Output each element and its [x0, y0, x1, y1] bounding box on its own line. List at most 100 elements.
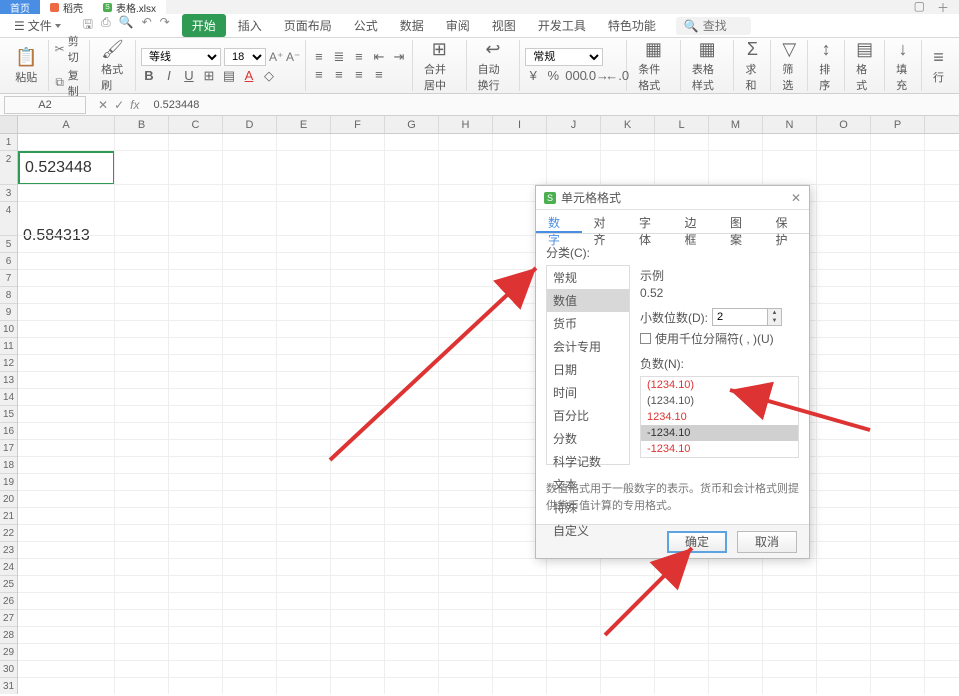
row-header-21[interactable]: 21: [0, 508, 17, 525]
qa-print-icon[interactable]: ⎙: [101, 15, 111, 36]
underline-icon[interactable]: U: [181, 68, 197, 84]
neg-item-2[interactable]: 1234.10: [641, 409, 798, 425]
cat-percent[interactable]: 百分比: [547, 404, 629, 427]
tab-file[interactable]: S表格.xlsx: [93, 0, 166, 14]
row-header-20[interactable]: 20: [0, 491, 17, 508]
row-header-14[interactable]: 14: [0, 389, 17, 406]
row-header-22[interactable]: 22: [0, 525, 17, 542]
row-header-2[interactable]: 2: [0, 151, 17, 185]
row-header-19[interactable]: 19: [0, 474, 17, 491]
cat-fraction[interactable]: 分数: [547, 427, 629, 450]
cat-general[interactable]: 常规: [547, 266, 629, 289]
font-color-icon[interactable]: A: [241, 68, 257, 84]
align-bot-icon[interactable]: ≡: [351, 49, 367, 65]
sum-button[interactable]: Σ求和: [739, 39, 765, 93]
row-header-17[interactable]: 17: [0, 440, 17, 457]
dtab-align[interactable]: 对齐: [582, 210, 628, 233]
dtab-font[interactable]: 字体: [627, 210, 673, 233]
currency-icon[interactable]: ¥: [525, 68, 541, 83]
close-icon[interactable]: ✕: [791, 191, 801, 205]
row-header-7[interactable]: 7: [0, 270, 17, 287]
qa-preview-icon[interactable]: 🔍: [119, 15, 134, 36]
row-header-31[interactable]: 31: [0, 678, 17, 694]
fx-cancel-icon[interactable]: ✕: [98, 98, 108, 112]
wrap-button[interactable]: ↩自动换行: [472, 39, 515, 93]
col-header-K[interactable]: K: [601, 116, 655, 133]
cancel-button[interactable]: 取消: [737, 531, 797, 553]
align-right-icon[interactable]: ≡: [351, 67, 367, 82]
menu-insert[interactable]: 插入: [228, 14, 272, 37]
menu-view[interactable]: 视图: [482, 14, 526, 37]
percent-icon[interactable]: %: [545, 68, 561, 83]
decimal-input[interactable]: [713, 309, 767, 325]
copy-button[interactable]: ⧉复制: [54, 67, 84, 99]
neg-item-3[interactable]: -1234.10: [641, 425, 798, 441]
align-top-icon[interactable]: ≡: [311, 49, 327, 65]
negative-list[interactable]: (1234.10) (1234.10) 1234.10 -1234.10 -12…: [640, 376, 799, 458]
format-painter-button[interactable]: 🖌格式刷: [95, 39, 130, 93]
thousand-checkbox[interactable]: [640, 333, 651, 344]
font-name-select[interactable]: 等线: [141, 48, 221, 66]
qa-undo-icon[interactable]: ↶: [142, 15, 152, 36]
tab-daoke[interactable]: 稻壳: [40, 0, 93, 14]
cut-button[interactable]: ✂剪切: [54, 33, 84, 65]
table-style-button[interactable]: ▦表格样式: [686, 39, 729, 93]
indent-inc-icon[interactable]: ⇥: [391, 49, 407, 65]
row-header-29[interactable]: 29: [0, 644, 17, 661]
row-header-30[interactable]: 30: [0, 661, 17, 678]
align-center-icon[interactable]: ≡: [331, 67, 347, 82]
row-header-18[interactable]: 18: [0, 457, 17, 474]
shrink-font-icon[interactable]: A⁻: [286, 50, 300, 64]
col-header-A[interactable]: A: [18, 116, 115, 133]
cell-A2[interactable]: 0.523448: [18, 151, 115, 185]
merge-button[interactable]: ⊞合并居中: [418, 39, 461, 93]
col-header-O[interactable]: O: [817, 116, 871, 133]
spin-up-icon[interactable]: ▲: [768, 309, 781, 317]
cond-fmt-button[interactable]: ▦条件格式: [632, 39, 675, 93]
row-header-8[interactable]: 8: [0, 287, 17, 304]
cell-A4[interactable]: 0.584313: [18, 219, 115, 253]
row-header-28[interactable]: 28: [0, 627, 17, 644]
justify-icon[interactable]: ≡: [371, 67, 387, 82]
tab-home[interactable]: 首页: [0, 0, 40, 14]
col-header-C[interactable]: C: [169, 116, 223, 133]
cells-area[interactable]: 0.523448 0.584313: [18, 134, 959, 694]
row-header-26[interactable]: 26: [0, 593, 17, 610]
cat-time[interactable]: 时间: [547, 381, 629, 404]
cat-number[interactable]: 数值: [547, 289, 629, 312]
font-size-select[interactable]: 18: [224, 48, 266, 66]
menu-data[interactable]: 数据: [390, 14, 434, 37]
row-header-4[interactable]: 4: [0, 202, 17, 236]
format-button[interactable]: ▤格式: [850, 39, 879, 93]
dtab-number[interactable]: 数字: [536, 210, 582, 233]
col-header-P[interactable]: P: [871, 116, 925, 133]
align-mid-icon[interactable]: ≣: [331, 49, 347, 65]
name-box[interactable]: A2: [4, 96, 86, 114]
qa-redo-icon[interactable]: ↷: [160, 15, 170, 36]
select-all-corner[interactable]: [0, 116, 18, 133]
comma-icon[interactable]: 000: [565, 68, 581, 83]
col-header-B[interactable]: B: [115, 116, 169, 133]
cat-accounting[interactable]: 会计专用: [547, 335, 629, 358]
italic-icon[interactable]: I: [161, 68, 177, 84]
grow-font-icon[interactable]: A⁺: [269, 50, 283, 64]
bold-icon[interactable]: B: [141, 68, 157, 84]
row-header-5[interactable]: 5: [0, 236, 17, 253]
col-header-H[interactable]: H: [439, 116, 493, 133]
col-header-G[interactable]: G: [385, 116, 439, 133]
row-header-9[interactable]: 9: [0, 304, 17, 321]
row-header-11[interactable]: 11: [0, 338, 17, 355]
dec-inc-icon[interactable]: .0→: [585, 68, 601, 83]
row-button[interactable]: ≡行: [927, 47, 950, 85]
row-header-1[interactable]: 1: [0, 134, 17, 151]
spin-down-icon[interactable]: ▼: [768, 317, 781, 325]
fx-icon[interactable]: fx: [130, 98, 139, 112]
dec-dec-icon[interactable]: ←.0: [605, 68, 621, 83]
ok-button[interactable]: 确定: [667, 531, 727, 553]
row-header-3[interactable]: 3: [0, 185, 17, 202]
col-header-N[interactable]: N: [763, 116, 817, 133]
neg-item-0[interactable]: (1234.10): [641, 377, 798, 393]
qa-save-icon[interactable]: 🖫: [83, 15, 93, 36]
col-header-I[interactable]: I: [493, 116, 547, 133]
dtab-border[interactable]: 边框: [673, 210, 719, 233]
